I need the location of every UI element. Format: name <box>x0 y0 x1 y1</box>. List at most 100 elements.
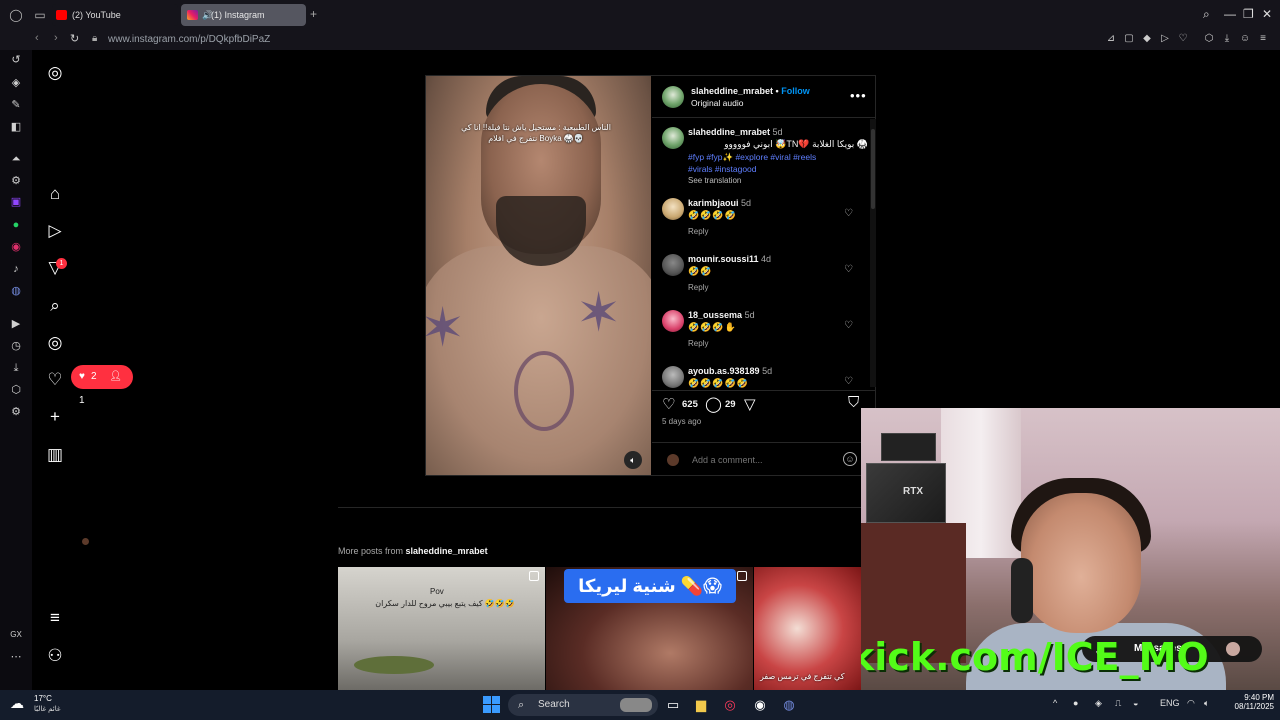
gx-corner-icon[interactable]: ⏶ <box>9 152 23 166</box>
tray-app-icon[interactable]: ● <box>1073 698 1078 708</box>
more-options-icon[interactable]: ••• <box>850 88 867 103</box>
maximize-button[interactable]: ❐ <box>1243 7 1254 21</box>
comment-username[interactable]: karimbjaoui <box>688 198 739 208</box>
see-translation-link[interactable]: See translation <box>688 176 741 185</box>
url-field[interactable]: www.instagram.com/p/DQkpfbDiPaZ <box>108 34 270 45</box>
settings-icon[interactable]: ⚙ <box>9 405 23 419</box>
sidebar-more-icon[interactable]: ⋯ <box>9 650 23 664</box>
twitch-icon[interactable]: ▣ <box>9 195 23 209</box>
extensions-icon[interactable]: ⬡ <box>1203 33 1215 45</box>
dashboard-icon[interactable]: ▥ <box>45 445 65 465</box>
comment-icon[interactable]: ◯ <box>705 395 722 413</box>
opera-gx-icon[interactable]: ◎ <box>721 696 739 714</box>
commenter-avatar[interactable] <box>662 254 684 276</box>
reels-icon[interactable]: ▷ <box>45 221 65 241</box>
tab-youtube[interactable]: (2) YouTube <box>52 4 178 26</box>
easy-setup-icon[interactable]: ≡ <box>1257 33 1269 45</box>
reply-button[interactable]: Reply <box>688 227 708 236</box>
commenter-avatar[interactable] <box>662 310 684 332</box>
tab-instagram[interactable]: 🔊 (1) Instagram <box>181 4 306 26</box>
follow-button[interactable]: Follow <box>781 86 810 96</box>
downloads-icon[interactable]: ⤓ <box>9 361 23 375</box>
search-icon[interactable]: ⌕ <box>45 296 65 316</box>
reply-button[interactable]: Reply <box>688 339 708 348</box>
snapshot-icon[interactable]: ▢ <box>1123 33 1135 45</box>
tray-overflow-icon[interactable]: ^ <box>1053 698 1057 708</box>
whatsapp-icon[interactable]: ● <box>9 218 23 232</box>
weather-icon[interactable]: ☁ <box>10 695 30 715</box>
tray-app-icon[interactable]: ◈ <box>1095 698 1102 709</box>
likes-count[interactable]: 625 <box>682 399 698 410</box>
microphone-icon[interactable]: ⎍ <box>1115 698 1121 709</box>
comment-like-icon[interactable]: ♡ <box>844 320 853 331</box>
comments-scrollbar[interactable] <box>870 119 876 387</box>
reply-button[interactable]: Reply <box>688 283 708 292</box>
language-indicator[interactable]: ENG <box>1160 698 1180 708</box>
menu-icon[interactable]: ≡ <box>45 608 65 628</box>
pin-icon[interactable]: ⊿ <box>1105 33 1117 45</box>
download-icon[interactable]: ⤓ <box>1221 33 1233 45</box>
close-window-button[interactable]: ✕ <box>1262 7 1272 21</box>
history-icon[interactable]: ◷ <box>9 339 23 353</box>
discord-icon[interactable]: ◍ <box>9 284 23 298</box>
author-avatar[interactable] <box>662 86 684 108</box>
comment-like-icon[interactable]: ♡ <box>844 376 853 387</box>
also-from-meta-icon[interactable]: ⚇ <box>45 646 65 666</box>
comments-count[interactable]: 29 <box>725 399 736 410</box>
activity-pill[interactable]: ♥ 2 👤︎ 1 <box>71 365 133 406</box>
clock[interactable]: 9:40 PM 08/11/2025 <box>1228 693 1274 711</box>
gx-cleaner-icon[interactable]: ✎ <box>9 98 23 112</box>
tiktok-icon[interactable]: ♪ <box>9 262 23 276</box>
gx-small-icon[interactable]: GX <box>9 628 23 642</box>
play-icon[interactable]: ▷ <box>1159 33 1171 45</box>
extensions-sidebar-icon[interactable]: ⬡ <box>9 383 23 397</box>
author-username[interactable]: slaheddine_mrabet <box>691 86 773 96</box>
create-icon[interactable]: + <box>45 407 65 427</box>
gx-control-icon[interactable]: ◈ <box>9 76 23 90</box>
search-tabs-icon[interactable]: ⌕ <box>1203 7 1210 22</box>
start-button[interactable] <box>483 696 500 713</box>
heart-icon[interactable]: ♡ <box>1177 33 1189 45</box>
emoji-icon[interactable]: ☺ <box>843 452 857 466</box>
discord-taskbar-icon[interactable]: ◍ <box>780 696 798 714</box>
mute-button[interactable]: 🔈︎ <box>624 451 642 469</box>
add-comment-input[interactable] <box>692 455 832 465</box>
file-explorer-icon[interactable]: ▆ <box>692 696 710 714</box>
opera-menu-icon[interactable]: ◯ <box>9 8 23 22</box>
bookmark-icon[interactable]: ⛉ <box>848 394 859 411</box>
comment-username[interactable]: mounir.soussi11 <box>688 254 759 264</box>
aria-icon[interactable]: ↺ <box>9 53 23 67</box>
post-video[interactable]: ✶ ✶ الناس الطبيعية : مستحيل ياش نتا فيلة… <box>426 76 651 475</box>
original-audio[interactable]: Original audio <box>691 98 743 108</box>
minimize-button[interactable]: — <box>1224 7 1236 21</box>
share-icon[interactable]: ▽ <box>744 395 756 413</box>
caption-hashtags[interactable]: #fyp #fyp✨ #explore #viral #reels #viral… <box>688 151 838 175</box>
volume-icon[interactable]: 🔈︎ <box>1204 698 1209 709</box>
speaker-icon[interactable]: 🔊 <box>202 4 213 26</box>
tab-islands-icon[interactable]: ▭ <box>33 8 47 22</box>
tray-app-icon[interactable]: ◒ <box>1133 698 1138 708</box>
reload-icon[interactable]: ↻ <box>70 32 79 45</box>
more-post-thumb[interactable]: شنية ليريكا 💊😱 <box>546 567 753 690</box>
task-view-icon[interactable]: ▭ <box>664 696 682 714</box>
back-icon[interactable]: ‹ <box>35 32 39 44</box>
temperature[interactable]: 17°C <box>34 694 52 703</box>
new-tab-button[interactable]: + <box>310 8 322 20</box>
player-icon[interactable]: ▶ <box>9 317 23 331</box>
obs-icon[interactable]: ◉ <box>751 696 769 714</box>
comment-username[interactable]: ayoub.as.938189 <box>688 366 760 376</box>
more-post-thumb[interactable]: Pov كيف يتبع بيبي مروح للدار سكران 🤣🤣🤣 <box>338 567 545 690</box>
profile-icon[interactable]: ☺ <box>1239 33 1251 45</box>
shield-icon[interactable]: ◆ <box>1141 33 1153 45</box>
comment-like-icon[interactable]: ♡ <box>844 208 853 219</box>
notifications-heart-icon[interactable]: ♡ <box>45 370 65 390</box>
more-posts-username[interactable]: slaheddine_mrabet <box>406 546 488 556</box>
taskbar-search[interactable]: ⌕ Search <box>508 694 658 716</box>
like-icon[interactable]: ♡ <box>662 395 675 413</box>
commenter-avatar[interactable] <box>662 366 684 388</box>
caption-username[interactable]: slaheddine_mrabet <box>688 127 770 137</box>
more-post-thumb[interactable]: كي تتفرج في ترمس صفر <box>754 567 862 690</box>
settings-gear-icon[interactable]: ⚙ <box>9 174 23 188</box>
lock-icon[interactable]: 🔒︎ <box>92 33 97 44</box>
home-icon[interactable]: ⌂ <box>45 184 65 204</box>
